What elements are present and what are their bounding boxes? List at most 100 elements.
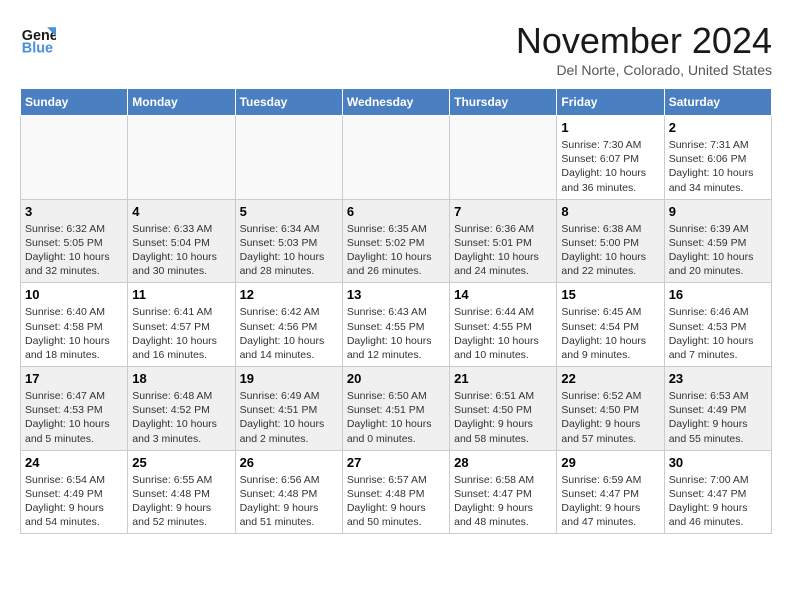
cell-text: Sunset: 4:56 PM (240, 320, 338, 334)
day-number: 3 (25, 204, 123, 219)
cell-text: Daylight: 9 hours (561, 501, 659, 515)
calendar-cell (128, 116, 235, 200)
calendar-cell: 13Sunrise: 6:43 AMSunset: 4:55 PMDayligh… (342, 283, 449, 367)
day-number: 6 (347, 204, 445, 219)
cell-text: and 30 minutes. (132, 264, 230, 278)
cell-text: Sunset: 4:59 PM (669, 236, 767, 250)
cell-text: Sunset: 4:50 PM (561, 403, 659, 417)
day-number: 20 (347, 371, 445, 386)
cell-text: Daylight: 10 hours (240, 417, 338, 431)
calendar-cell (450, 116, 557, 200)
cell-text: and 18 minutes. (25, 348, 123, 362)
day-number: 26 (240, 455, 338, 470)
cell-text: and 54 minutes. (25, 515, 123, 529)
day-header-monday: Monday (128, 89, 235, 116)
cell-text: Sunrise: 6:49 AM (240, 389, 338, 403)
calendar-cell: 24Sunrise: 6:54 AMSunset: 4:49 PMDayligh… (21, 450, 128, 534)
calendar-cell: 10Sunrise: 6:40 AMSunset: 4:58 PMDayligh… (21, 283, 128, 367)
calendar-cell: 4Sunrise: 6:33 AMSunset: 5:04 PMDaylight… (128, 199, 235, 283)
cell-text: Sunset: 4:48 PM (347, 487, 445, 501)
cell-text: Sunrise: 6:45 AM (561, 305, 659, 319)
cell-text: Sunrise: 7:31 AM (669, 138, 767, 152)
calendar-cell: 27Sunrise: 6:57 AMSunset: 4:48 PMDayligh… (342, 450, 449, 534)
cell-text: Sunrise: 6:39 AM (669, 222, 767, 236)
cell-text: Sunrise: 6:46 AM (669, 305, 767, 319)
cell-text: Sunset: 4:49 PM (669, 403, 767, 417)
cell-text: and 52 minutes. (132, 515, 230, 529)
cell-text: Daylight: 9 hours (25, 501, 123, 515)
cell-text: Daylight: 10 hours (669, 166, 767, 180)
cell-text: and 57 minutes. (561, 432, 659, 446)
day-header-thursday: Thursday (450, 89, 557, 116)
cell-text: Sunrise: 7:00 AM (669, 473, 767, 487)
cell-text: Sunset: 4:55 PM (347, 320, 445, 334)
calendar-cell: 2Sunrise: 7:31 AMSunset: 6:06 PMDaylight… (664, 116, 771, 200)
cell-text: Daylight: 10 hours (132, 250, 230, 264)
calendar-cell: 7Sunrise: 6:36 AMSunset: 5:01 PMDaylight… (450, 199, 557, 283)
day-number: 24 (25, 455, 123, 470)
cell-text: Daylight: 10 hours (669, 250, 767, 264)
day-number: 15 (561, 287, 659, 302)
cell-text: and 50 minutes. (347, 515, 445, 529)
cell-text: Sunrise: 6:58 AM (454, 473, 552, 487)
cell-text: and 14 minutes. (240, 348, 338, 362)
cell-text: Sunset: 4:51 PM (240, 403, 338, 417)
cell-text: Sunrise: 6:44 AM (454, 305, 552, 319)
calendar-cell: 9Sunrise: 6:39 AMSunset: 4:59 PMDaylight… (664, 199, 771, 283)
day-header-wednesday: Wednesday (342, 89, 449, 116)
cell-text: Daylight: 10 hours (347, 250, 445, 264)
calendar-cell: 6Sunrise: 6:35 AMSunset: 5:02 PMDaylight… (342, 199, 449, 283)
cell-text: Daylight: 10 hours (132, 417, 230, 431)
day-header-sunday: Sunday (21, 89, 128, 116)
cell-text: Sunset: 4:47 PM (669, 487, 767, 501)
cell-text: Daylight: 10 hours (347, 417, 445, 431)
cell-text: Sunrise: 6:40 AM (25, 305, 123, 319)
calendar-cell: 29Sunrise: 6:59 AMSunset: 4:47 PMDayligh… (557, 450, 664, 534)
day-header-saturday: Saturday (664, 89, 771, 116)
cell-text: Daylight: 9 hours (132, 501, 230, 515)
cell-text: Sunrise: 6:34 AM (240, 222, 338, 236)
day-number: 21 (454, 371, 552, 386)
cell-text: Sunset: 4:48 PM (132, 487, 230, 501)
cell-text: Daylight: 9 hours (454, 417, 552, 431)
day-number: 8 (561, 204, 659, 219)
cell-text: Sunrise: 6:41 AM (132, 305, 230, 319)
cell-text: Sunrise: 6:35 AM (347, 222, 445, 236)
cell-text: Sunset: 4:50 PM (454, 403, 552, 417)
svg-text:Blue: Blue (22, 40, 53, 56)
cell-text: and 24 minutes. (454, 264, 552, 278)
day-number: 29 (561, 455, 659, 470)
cell-text: Sunrise: 6:36 AM (454, 222, 552, 236)
cell-text: Sunset: 4:54 PM (561, 320, 659, 334)
cell-text: Daylight: 10 hours (240, 334, 338, 348)
cell-text: and 58 minutes. (454, 432, 552, 446)
cell-text: and 26 minutes. (347, 264, 445, 278)
cell-text: and 3 minutes. (132, 432, 230, 446)
cell-text: and 5 minutes. (25, 432, 123, 446)
day-number: 27 (347, 455, 445, 470)
cell-text: Sunset: 5:05 PM (25, 236, 123, 250)
logo: General Blue (20, 20, 56, 56)
cell-text: Sunrise: 6:51 AM (454, 389, 552, 403)
cell-text: Sunset: 4:53 PM (25, 403, 123, 417)
cell-text: Sunset: 4:57 PM (132, 320, 230, 334)
cell-text: Daylight: 10 hours (454, 250, 552, 264)
cell-text: Daylight: 9 hours (347, 501, 445, 515)
cell-text: Sunrise: 6:55 AM (132, 473, 230, 487)
calendar-cell: 18Sunrise: 6:48 AMSunset: 4:52 PMDayligh… (128, 367, 235, 451)
cell-text: Sunset: 5:04 PM (132, 236, 230, 250)
calendar-cell: 23Sunrise: 6:53 AMSunset: 4:49 PMDayligh… (664, 367, 771, 451)
cell-text: and 28 minutes. (240, 264, 338, 278)
cell-text: and 36 minutes. (561, 181, 659, 195)
cell-text: Sunrise: 6:52 AM (561, 389, 659, 403)
calendar-cell (235, 116, 342, 200)
cell-text: Sunrise: 6:54 AM (25, 473, 123, 487)
cell-text: Sunrise: 6:42 AM (240, 305, 338, 319)
cell-text: Daylight: 10 hours (561, 334, 659, 348)
cell-text: and 0 minutes. (347, 432, 445, 446)
cell-text: and 34 minutes. (669, 181, 767, 195)
cell-text: Sunrise: 6:56 AM (240, 473, 338, 487)
cell-text: Daylight: 9 hours (669, 417, 767, 431)
day-number: 25 (132, 455, 230, 470)
cell-text: Sunset: 4:52 PM (132, 403, 230, 417)
